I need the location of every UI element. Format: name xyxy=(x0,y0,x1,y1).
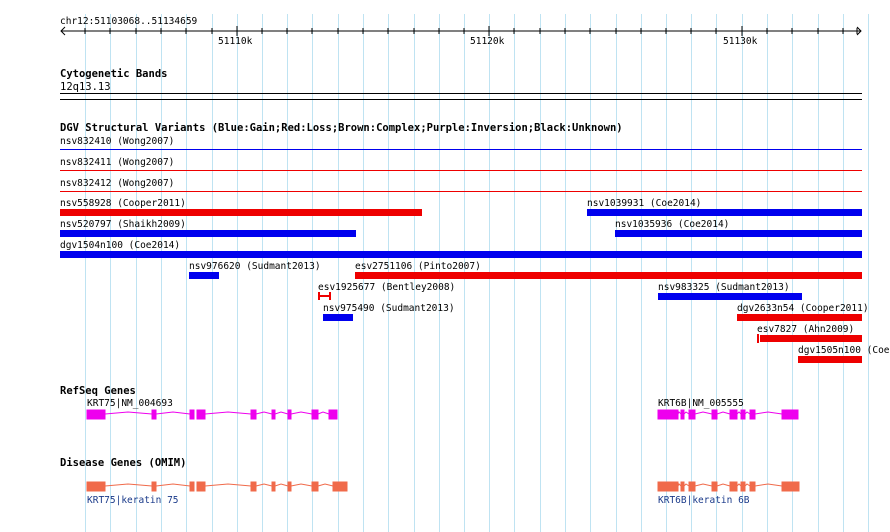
variant-label: esv2751106 (Pinto2007) xyxy=(355,261,481,272)
variant-label: nsv520797 (Shaikh2009) xyxy=(60,219,186,230)
variant-label: dgv1505n100 (Coe xyxy=(798,345,890,356)
variant-feature[interactable] xyxy=(60,149,862,150)
variant-feature[interactable] xyxy=(189,272,219,279)
variant-feature[interactable] xyxy=(760,335,862,342)
tick-label: 51130k xyxy=(723,36,758,47)
variant-feature[interactable] xyxy=(737,314,862,321)
genome-browser-canvas: chr12:51103068..51134659 51110k 51120k 5… xyxy=(0,0,890,532)
variant-feature[interactable] xyxy=(798,356,862,363)
variant-label: esv1925677 (Bentley2008) xyxy=(318,282,456,293)
refseq-gene-models[interactable] xyxy=(0,404,890,424)
variant-label: nsv975490 (Sudmant2013) xyxy=(323,303,455,314)
cytoband-label: 12q13.13 xyxy=(60,81,111,93)
variant-label: nsv976620 (Sudmant2013) xyxy=(189,261,321,272)
variant-label: nsv832412 (Wong2007) xyxy=(60,178,175,189)
cytoband-line[interactable] xyxy=(60,99,862,100)
variant-feature[interactable] xyxy=(615,230,862,237)
variant-label: nsv1035936 (Coe2014) xyxy=(615,219,730,230)
variant-feature[interactable] xyxy=(587,209,862,216)
variant-feature[interactable] xyxy=(355,272,862,279)
variant-feature[interactable] xyxy=(60,170,862,171)
tick-label: 51120k xyxy=(470,36,505,47)
variant-label: dgv1504n100 (Coe2014) xyxy=(60,240,181,251)
variant-feature[interactable] xyxy=(60,209,422,216)
cytoband-line[interactable] xyxy=(60,93,862,94)
variant-feature[interactable] xyxy=(757,334,759,343)
variant-label: esv7827 (Ahn2009) xyxy=(757,324,855,335)
variant-label: nsv558928 (Cooper2011) xyxy=(60,198,186,209)
dgv-track-title[interactable]: DGV Structural Variants (Blue:Gain;Red:L… xyxy=(60,122,623,134)
variant-label: dgv2633n54 (Cooper2011) xyxy=(737,303,869,314)
variant-label: nsv832411 (Wong2007) xyxy=(60,157,175,168)
variant-feature[interactable] xyxy=(318,292,332,300)
variant-label: nsv832410 (Wong2007) xyxy=(60,136,175,147)
disease-gene-label[interactable]: KRT75|keratin 75 xyxy=(87,495,179,506)
disease-track-title[interactable]: Disease Genes (OMIM) xyxy=(60,457,186,469)
disease-gene-label[interactable]: KRT6B|keratin 6B xyxy=(658,495,750,506)
variant-label: nsv983325 (Sudmant2013) xyxy=(658,282,790,293)
variant-feature[interactable] xyxy=(323,314,353,321)
variant-feature[interactable] xyxy=(658,293,802,300)
variant-feature[interactable] xyxy=(60,230,356,237)
tick-label: 51110k xyxy=(218,36,253,47)
variant-feature[interactable] xyxy=(60,251,862,258)
disease-gene-models[interactable] xyxy=(0,476,890,496)
variant-label: nsv1039931 (Coe2014) xyxy=(587,198,702,209)
refseq-track-title[interactable]: RefSeq Genes xyxy=(60,385,136,397)
variant-feature[interactable] xyxy=(60,191,862,192)
cytogenetic-track-title[interactable]: Cytogenetic Bands xyxy=(60,68,167,80)
